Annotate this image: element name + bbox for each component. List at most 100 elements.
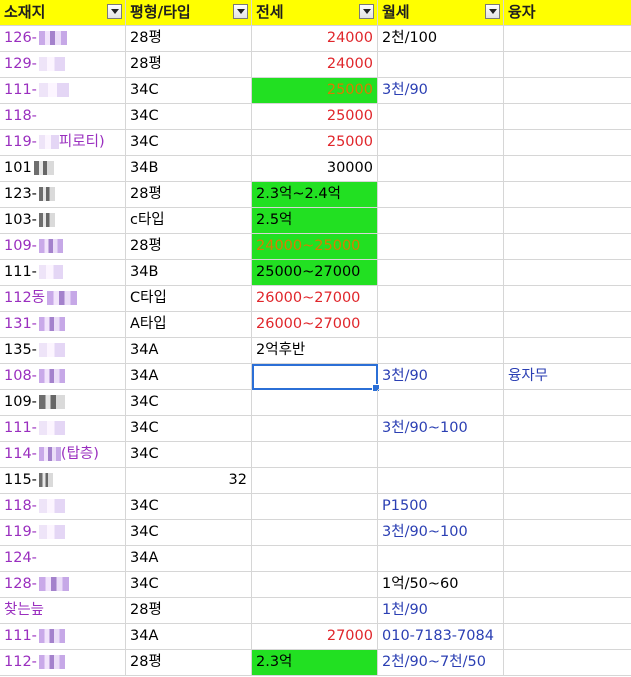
cell-loan[interactable]: 융자무 [504,364,631,390]
cell-jeonse[interactable]: 2.3억 [252,650,378,676]
filter-dropdown-icon[interactable] [485,4,500,19]
cell-location[interactable]: 124- [0,546,126,572]
cell-wolse[interactable] [378,182,504,208]
cell-location[interactable]: 103- [0,208,126,234]
cell-jeonse[interactable] [252,442,378,468]
cell-location[interactable]: 찾는늪 [0,598,126,624]
cell-loan[interactable] [504,390,631,416]
cell-wolse[interactable] [378,312,504,338]
filter-dropdown-icon[interactable] [107,4,122,19]
cell-loan[interactable] [504,182,631,208]
cell-loan[interactable] [504,338,631,364]
cell-loan[interactable] [504,520,631,546]
cell-wolse[interactable] [378,156,504,182]
cell-type[interactable]: 34A [126,364,252,390]
cell-type[interactable]: 34C [126,130,252,156]
cell-location[interactable]: 118- [0,494,126,520]
cell-jeonse[interactable]: 25000 [252,130,378,156]
cell-jeonse[interactable]: 2.3억~2.4억 [252,182,378,208]
cell-loan[interactable] [504,78,631,104]
cell-type[interactable]: 28평 [126,234,252,260]
cell-type[interactable]: c타입 [126,208,252,234]
cell-loan[interactable] [504,312,631,338]
cell-wolse[interactable]: 3천/90 [378,364,504,390]
cell-wolse[interactable]: 010-7183-7084 [378,624,504,650]
cell-loan[interactable] [504,442,631,468]
header-type[interactable]: 평형/타입 [126,0,252,26]
cell-wolse[interactable] [378,390,504,416]
cell-location[interactable]: 128- [0,572,126,598]
cell-location[interactable]: 111- [0,78,126,104]
cell-wolse[interactable]: 1억/50~60 [378,572,504,598]
cell-type[interactable]: 28평 [126,52,252,78]
cell-jeonse[interactable] [252,520,378,546]
cell-jeonse[interactable]: 26000~27000 [252,312,378,338]
cell-wolse[interactable] [378,52,504,78]
cell-wolse[interactable] [378,130,504,156]
cell-location[interactable]: 109- [0,390,126,416]
cell-wolse[interactable] [378,286,504,312]
cell-jeonse[interactable]: 27000 [252,624,378,650]
cell-loan[interactable] [504,494,631,520]
cell-jeonse[interactable]: 25000 [252,104,378,130]
cell-wolse[interactable]: 3천/90~100 [378,416,504,442]
cell-jeonse[interactable]: 24000 [252,52,378,78]
cell-loan[interactable] [504,260,631,286]
cell-wolse[interactable] [378,442,504,468]
cell-loan[interactable] [504,286,631,312]
header-location[interactable]: 소재지 [0,0,126,26]
cell-wolse[interactable]: 3천/90 [378,78,504,104]
cell-jeonse-selected[interactable] [252,364,380,392]
filter-dropdown-icon[interactable] [359,4,374,19]
cell-location[interactable]: 101 [0,156,126,182]
cell-loan[interactable] [504,468,631,494]
cell-loan[interactable] [504,416,631,442]
cell-type[interactable]: 28평 [126,26,252,52]
cell-jeonse[interactable]: 2억후반 [252,338,378,364]
cell-type[interactable]: 34A [126,338,252,364]
cell-location[interactable]: 123- [0,182,126,208]
cell-wolse[interactable] [378,260,504,286]
cell-wolse[interactable]: 1천/90 [378,598,504,624]
cell-wolse[interactable] [378,338,504,364]
header-wolse[interactable]: 월세 [378,0,504,26]
cell-type[interactable]: 34C [126,442,252,468]
cell-wolse[interactable] [378,468,504,494]
cell-wolse[interactable] [378,104,504,130]
cell-jeonse[interactable]: 24000 [252,26,378,52]
cell-loan[interactable] [504,52,631,78]
cell-type[interactable]: 34B [126,156,252,182]
cell-location[interactable]: 114- (탑층) [0,442,126,468]
cell-type[interactable]: 28평 [126,598,252,624]
cell-type[interactable]: 34B [126,260,252,286]
cell-type[interactable]: 32 [126,468,252,494]
cell-type[interactable]: 34A [126,624,252,650]
cell-loan[interactable] [504,650,631,676]
cell-type[interactable]: A타입 [126,312,252,338]
cell-wolse[interactable]: 2천/100 [378,26,504,52]
cell-type[interactable]: 34C [126,390,252,416]
cell-type[interactable]: 28평 [126,182,252,208]
cell-type[interactable]: 34C [126,494,252,520]
cell-loan[interactable] [504,572,631,598]
cell-jeonse[interactable] [252,572,378,598]
cell-location[interactable]: 126- [0,26,126,52]
cell-jeonse[interactable]: 25000~27000 [252,260,378,286]
cell-wolse[interactable]: 3천/90~100 [378,520,504,546]
cell-location[interactable]: 109- [0,234,126,260]
cell-jeonse[interactable] [252,546,378,572]
cell-location[interactable]: 131- [0,312,126,338]
filter-dropdown-icon[interactable] [233,4,248,19]
cell-location[interactable]: 115- [0,468,126,494]
cell-loan[interactable] [504,208,631,234]
cell-type[interactable]: 34C [126,520,252,546]
cell-location[interactable]: 118- [0,104,126,130]
cell-jeonse[interactable]: 30000 [252,156,378,182]
cell-location[interactable]: 112- [0,650,126,676]
cell-location[interactable]: 119- 피로티) [0,130,126,156]
cell-jeonse[interactable]: 25000 [252,78,378,104]
cell-type[interactable]: 34C [126,104,252,130]
cell-location[interactable]: 108- [0,364,126,390]
cell-loan[interactable] [504,546,631,572]
cell-jeonse[interactable]: 2.5억 [252,208,378,234]
